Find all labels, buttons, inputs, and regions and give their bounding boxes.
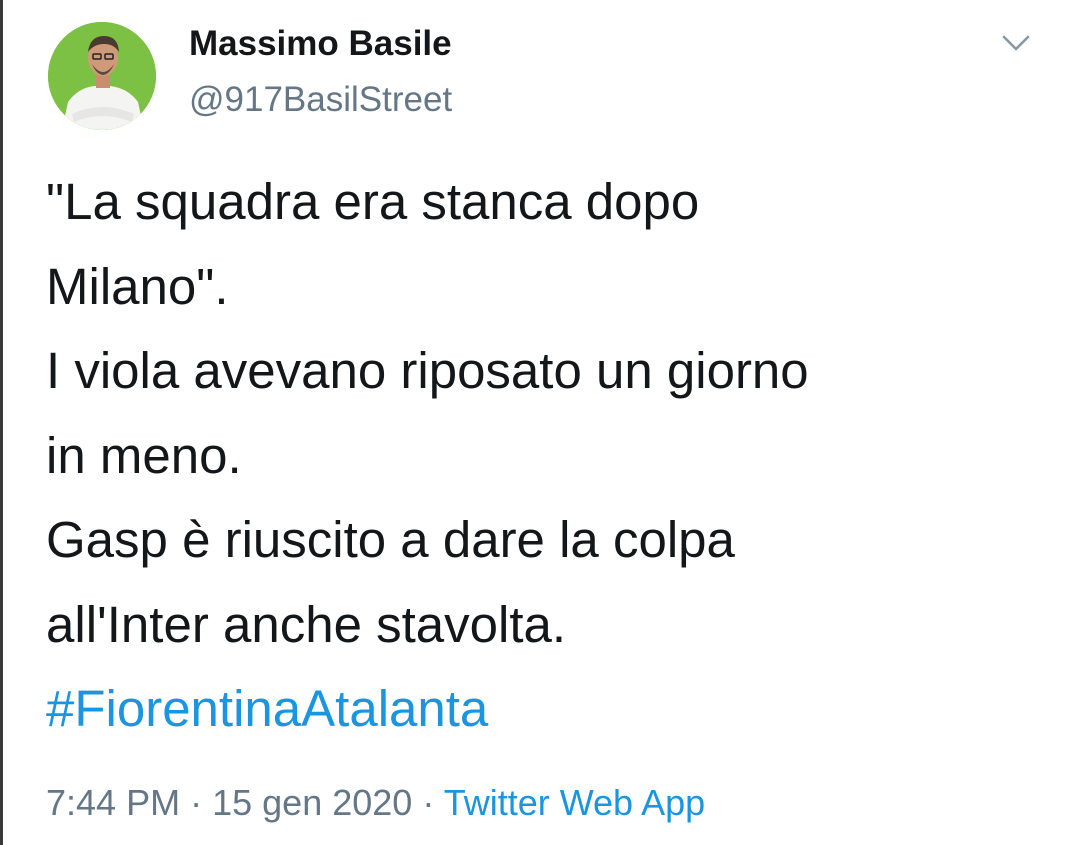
tweet-time[interactable]: 7:44 PM [46,782,180,823]
tweet-text: "La squadra era stanca dopo Milano". I v… [46,160,1046,752]
tweet-line: "La squadra era stanca dopo [46,173,700,230]
avatar-photo [48,22,156,130]
tweet-line: all'Inter anche stavolta. [46,595,567,653]
author-handle[interactable]: @917BasilStreet [189,80,452,120]
chevron-down-icon[interactable] [996,28,1036,58]
meta-separator: · [190,782,203,823]
tweet-line: Milano". [46,257,229,315]
meta-separator: · [422,782,435,823]
tweet-metadata: 7:44 PM · 15 gen 2020 · Twitter Web App [46,782,705,824]
tweet-line: in meno. [46,426,242,484]
tweet-source-link[interactable]: Twitter Web App [444,782,705,823]
tweet-line: Gasp è riuscito a dare la colpa [46,511,735,568]
author-name[interactable]: Massimo Basile [189,24,452,64]
avatar[interactable] [48,22,156,130]
tweet-line: I viola avevano riposato un giorno [46,342,809,399]
left-edge-divider [0,0,3,845]
hashtag-link[interactable]: #FiorentinaAtalanta [46,667,1046,752]
tweet-date[interactable]: 15 gen 2020 [212,782,412,823]
